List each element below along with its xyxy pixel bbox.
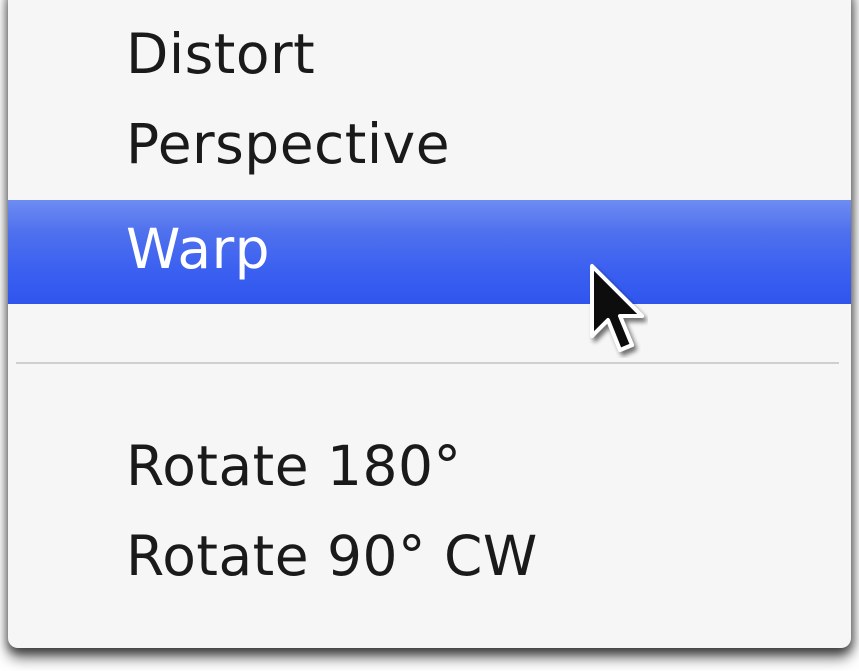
context-menu: Distort Perspective Warp Rotate 180° Rot… [8, 0, 851, 648]
arrow-pointer-icon [590, 264, 644, 352]
menu-item-rotate-180[interactable]: Rotate 180° [8, 420, 851, 512]
menu-item-label: Rotate 180° [126, 434, 462, 498]
menu-item-label: Warp [126, 217, 271, 281]
menu-item-label: Perspective [126, 112, 451, 176]
menu-item-distort[interactable]: Distort [8, 8, 851, 100]
menu-item-label: Distort [126, 22, 316, 86]
menu-item-rotate-90-cw[interactable]: Rotate 90° CW [8, 510, 851, 602]
menu-separator [16, 362, 839, 364]
menu-item-perspective[interactable]: Perspective [8, 98, 851, 190]
menu-item-warp[interactable]: Warp [8, 200, 851, 304]
menu-item-label: Rotate 90° CW [126, 524, 538, 588]
